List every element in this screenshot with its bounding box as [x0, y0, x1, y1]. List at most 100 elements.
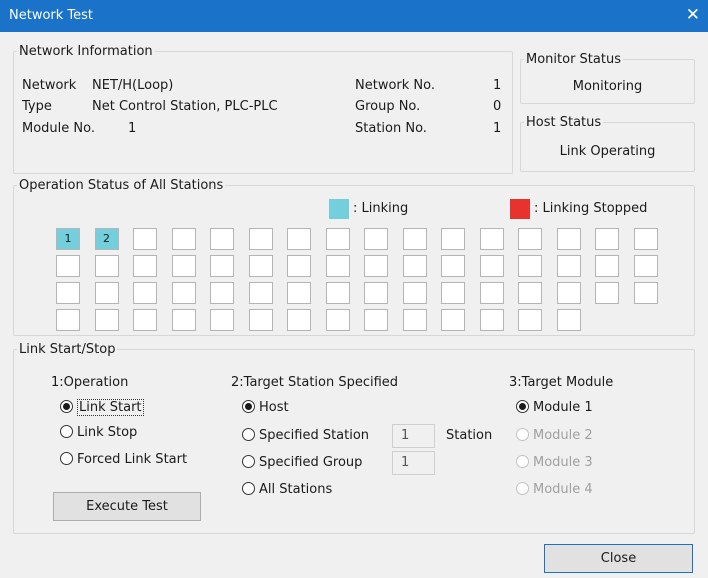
station-no-label: Station No.: [355, 121, 427, 136]
host-status-value: Link Operating: [559, 144, 656, 159]
station-cell: [248, 255, 273, 277]
target-module-title: 3:Target Module: [509, 375, 614, 390]
monitor-status-value: Monitoring: [572, 79, 643, 94]
network-no-label: Network No.: [355, 78, 435, 93]
radio-all-stations[interactable]: All Stations: [242, 481, 332, 499]
close-button[interactable]: Close: [544, 544, 693, 573]
station-cell: [479, 282, 504, 304]
linking-stopped-swatch: [510, 199, 530, 219]
radio-module-4: Module 4: [516, 481, 593, 499]
radio-module-1[interactable]: Module 1: [516, 399, 593, 417]
station-cell: [133, 228, 157, 250]
radio-dot-checked-icon: [60, 400, 73, 413]
link-start-stop-legend: Link Start/Stop: [19, 342, 116, 357]
radio-dot-icon: [60, 452, 73, 465]
network-information-legend: Network Information: [19, 44, 153, 59]
station-cell: [133, 309, 157, 331]
station-cell: [325, 282, 350, 304]
radio-module-1-label: Module 1: [533, 400, 593, 415]
station-cell: [210, 228, 234, 250]
station-cell: [171, 228, 196, 250]
radio-module-3-label: Module 3: [533, 455, 593, 470]
station-cell: [210, 309, 234, 331]
monitor-status-group: Monitor Status: [520, 52, 695, 104]
station-cell: [94, 309, 119, 331]
station-cell: [518, 282, 542, 304]
radio-module-3: Module 3: [516, 454, 593, 472]
title-bar: Network Test ✕: [0, 0, 708, 32]
station-cell: [633, 282, 658, 304]
station-cell: [133, 282, 157, 304]
radio-host-label: Host: [259, 400, 289, 415]
radio-link-stop[interactable]: Link Stop: [60, 424, 137, 442]
radio-dot-icon: [242, 428, 255, 441]
group-no-value: 0: [493, 99, 502, 114]
station-cell: [441, 282, 465, 304]
station-cell: [518, 228, 542, 250]
radio-link-start-label: Link Start: [77, 399, 144, 416]
radio-module-2: Module 2: [516, 427, 593, 445]
station-cell: [94, 282, 119, 304]
radio-forced-link-start[interactable]: Forced Link Start: [60, 451, 187, 469]
specified-station-field[interactable]: 1: [392, 424, 435, 448]
host-status-legend: Host Status: [526, 115, 602, 130]
network-label: Network: [22, 78, 77, 93]
network-value: NET/H(Loop): [92, 78, 174, 93]
station-cell: [287, 309, 311, 331]
station-cell: [479, 255, 504, 277]
station-cell: [210, 255, 234, 277]
station-cell: [364, 282, 388, 304]
radio-dot-icon: [516, 482, 529, 495]
radio-dot-icon: [242, 482, 255, 495]
station-cell: [518, 309, 542, 331]
station-cell: [633, 228, 658, 250]
radio-module-4-label: Module 4: [533, 482, 593, 497]
station-cell: 2: [94, 228, 119, 250]
station-cell: [479, 309, 504, 331]
station-cell: [556, 309, 581, 331]
type-label: Type: [22, 99, 52, 114]
station-cell: [287, 282, 311, 304]
linking-swatch: [329, 199, 349, 219]
type-value: Net Control Station, PLC-PLC: [92, 99, 278, 114]
module-no-value: 1: [128, 121, 137, 136]
station-cell: [325, 228, 350, 250]
monitor-status-legend: Monitor Status: [526, 52, 621, 67]
station-cell: [595, 228, 619, 250]
station-cell: [325, 309, 350, 331]
operation-status-legend: Operation Status of All Stations: [19, 178, 224, 193]
station-cell: 1: [56, 228, 80, 250]
radio-specified-station[interactable]: Specified Station: [242, 427, 369, 445]
station-cell: [441, 309, 465, 331]
station-cell: [556, 282, 581, 304]
station-cell: [171, 255, 196, 277]
radio-host[interactable]: Host: [242, 399, 289, 417]
linking-stopped-legend-label: : Linking Stopped: [534, 201, 648, 216]
station-cell: [56, 255, 80, 277]
station-suffix-label: Station: [446, 428, 493, 443]
station-cell: [325, 255, 350, 277]
execute-test-button[interactable]: Execute Test: [53, 492, 201, 521]
radio-forced-link-start-label: Forced Link Start: [77, 452, 188, 467]
radio-dot-checked-icon: [242, 400, 255, 413]
station-cell: [171, 309, 196, 331]
station-cell: [556, 228, 581, 250]
station-cell: [518, 255, 542, 277]
module-no-label: Module No.: [22, 121, 95, 136]
station-cell: [248, 309, 273, 331]
station-cell: [441, 228, 465, 250]
station-no-value: 1: [493, 121, 502, 136]
radio-dot-icon: [516, 428, 529, 441]
station-cell: [595, 255, 619, 277]
close-icon[interactable]: ✕: [686, 5, 700, 25]
radio-link-start[interactable]: Link Start: [60, 399, 144, 417]
station-grid: 12: [56, 228, 658, 331]
specified-group-field[interactable]: 1: [392, 451, 435, 475]
station-cell: [287, 255, 311, 277]
station-cell: [248, 228, 273, 250]
radio-specified-group[interactable]: Specified Group: [242, 454, 362, 472]
station-cell: [248, 282, 273, 304]
window-title: Network Test: [9, 8, 94, 23]
station-cell: [633, 255, 658, 277]
station-cell: [133, 255, 157, 277]
